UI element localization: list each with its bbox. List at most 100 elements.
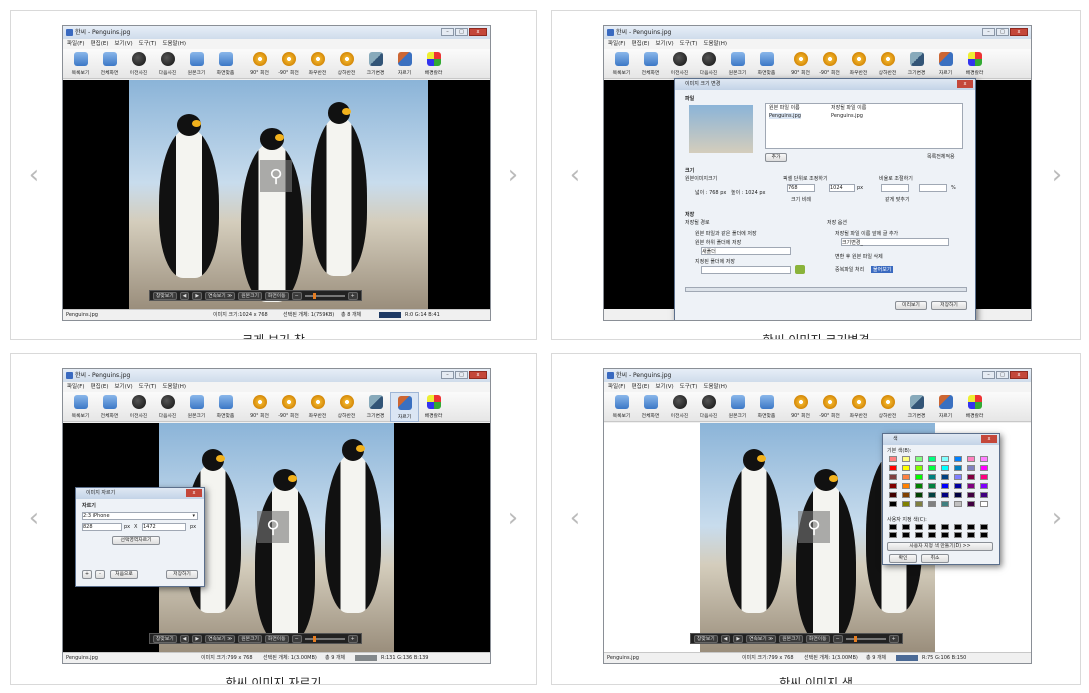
toolbar-rotate-minus-90-button[interactable]: -90° 회전: [815, 49, 844, 79]
fit-view-button[interactable]: 창맞보기: [153, 291, 177, 300]
custom-color-swatch[interactable]: [980, 524, 988, 530]
add-name-checkbox[interactable]: 저장될 파일 이름 앞에 글 추가: [835, 230, 898, 237]
sub-folder-radio[interactable]: 원본 하위 폴더에 저장: [695, 239, 741, 246]
custom-color-swatch[interactable]: [954, 524, 962, 530]
maximize-button[interactable]: □: [996, 28, 1009, 36]
zoom-in-button[interactable]: +: [347, 291, 358, 300]
color-swatch[interactable]: [889, 483, 897, 489]
custom-color-swatch[interactable]: [928, 524, 936, 530]
crop-save-button[interactable]: 저장하기: [166, 570, 198, 579]
color-swatch[interactable]: [967, 474, 975, 480]
custom-color-swatch[interactable]: [967, 524, 975, 530]
color-swatch[interactable]: [902, 483, 910, 489]
slider-handle[interactable]: [853, 635, 857, 642]
minimize-button[interactable]: –: [441, 28, 454, 36]
color-swatch[interactable]: [954, 456, 962, 462]
image-canvas[interactable]: ⚲ 창맞보기 ◀ ▶ 연속보기 ≫ 원본크기 화면이동 − + 이미지 자르기 x 자르기 2:…: [63, 423, 490, 652]
toolbar-flip-vertical-button[interactable]: 상하반전: [873, 392, 902, 422]
zoom-slider[interactable]: [304, 635, 345, 642]
color-swatch[interactable]: [902, 501, 910, 507]
zoom-slider[interactable]: [845, 635, 886, 642]
minimize-button[interactable]: –: [982, 28, 995, 36]
zoom-magnifier-icon[interactable]: ⚲: [260, 160, 292, 192]
close-button[interactable]: x: [469, 371, 487, 379]
toolbar-original-size-button[interactable]: 원본크기: [182, 392, 211, 422]
preview-button[interactable]: 미리보기: [895, 301, 927, 310]
toolbar-rotate-minus-90-button[interactable]: -90° 회전: [274, 392, 303, 422]
slideshow-button[interactable]: 연속보기 ≫: [746, 634, 777, 643]
crop-selection-button[interactable]: 선택영역자르기: [112, 536, 160, 545]
custom-folder-input[interactable]: [701, 266, 791, 274]
menu-view[interactable]: 보기(V): [114, 382, 132, 392]
color-swatch[interactable]: [954, 474, 962, 480]
toolbar-crop-button[interactable]: 자르기: [390, 49, 419, 79]
toolbar-rotate-minus-90-button[interactable]: -90° 회전: [274, 49, 303, 79]
color-swatch[interactable]: [928, 501, 936, 507]
color-swatch[interactable]: [941, 456, 949, 462]
apply-all-checkbox[interactable]: 목록전체적용: [927, 153, 955, 160]
delete-original-checkbox[interactable]: 변환 후 원본 파일 삭제: [835, 253, 883, 260]
menu-file[interactable]: 파일(F): [67, 39, 85, 49]
toolbar-fit-screen-button[interactable]: 화면맞춤: [752, 392, 781, 422]
color-swatch[interactable]: [941, 492, 949, 498]
color-swatch[interactable]: [967, 465, 975, 471]
custom-color-swatch[interactable]: [902, 524, 910, 530]
custom-color-swatch[interactable]: [980, 532, 988, 538]
menu-view[interactable]: 보기(V): [655, 382, 673, 392]
toolbar-flip-horizontal-button[interactable]: 좌우반전: [844, 392, 873, 422]
menu-tools[interactable]: 도구(T): [680, 382, 698, 392]
color-swatch[interactable]: [967, 456, 975, 462]
prev-button[interactable]: ◀: [179, 291, 190, 300]
dialog-close-button[interactable]: x: [957, 80, 973, 88]
custom-color-swatch[interactable]: [889, 532, 897, 538]
custom-color-swatch[interactable]: [928, 532, 936, 538]
crop-height-input[interactable]: 1472: [142, 523, 186, 531]
color-swatch[interactable]: [980, 465, 988, 471]
menu-help[interactable]: 도움말(H): [162, 39, 186, 49]
save-button[interactable]: 저장하기: [931, 301, 967, 310]
ratio-option-radio[interactable]: 비율로 조절하기: [879, 175, 913, 182]
color-swatch[interactable]: [902, 456, 910, 462]
menu-edit[interactable]: 편집(E): [632, 382, 650, 392]
define-custom-colors-button[interactable]: 사용자 지정 색 만들기(D) >>: [887, 542, 993, 551]
original-size-button[interactable]: 원본크기: [238, 291, 262, 300]
menu-help[interactable]: 도움말(H): [703, 39, 727, 49]
maximize-button[interactable]: □: [455, 28, 468, 36]
custom-folder-radio[interactable]: 지정된 폴더에 저장: [695, 258, 735, 265]
prev-arrow-icon[interactable]: ‹: [25, 502, 43, 534]
minimize-button[interactable]: –: [441, 371, 454, 379]
toolbar-fullscreen-button[interactable]: 전체화면: [95, 392, 124, 422]
color-swatch[interactable]: [915, 474, 923, 480]
next-button[interactable]: ▶: [192, 634, 203, 643]
zoom-out-button[interactable]: −: [291, 291, 302, 300]
toolbar-resize-button[interactable]: 크기변경: [902, 49, 931, 79]
color-swatch[interactable]: [928, 492, 936, 498]
toolbar-background-color-button[interactable]: 배경칼라: [419, 49, 448, 79]
toolbar-flip-vertical-button[interactable]: 상하반전: [873, 49, 902, 79]
toolbar-rotate-90-button[interactable]: 90° 회전: [786, 49, 815, 79]
toolbar-prev-photo-button[interactable]: 이전사진: [665, 49, 694, 79]
menu-tools[interactable]: 도구(T): [680, 39, 698, 49]
custom-color-swatch[interactable]: [954, 532, 962, 538]
maximize-button[interactable]: □: [455, 371, 468, 379]
folder-browse-icon[interactable]: [795, 265, 805, 274]
menu-file[interactable]: 파일(F): [608, 382, 626, 392]
slider-handle[interactable]: [312, 292, 316, 299]
maximize-button[interactable]: □: [996, 371, 1009, 379]
color-swatch[interactable]: [980, 474, 988, 480]
color-swatch[interactable]: [915, 501, 923, 507]
toolbar-list-view-button[interactable]: 목록보기: [607, 392, 636, 422]
close-button[interactable]: x: [1010, 371, 1028, 379]
prev-arrow-icon[interactable]: ‹: [566, 502, 584, 534]
toolbar-background-color-button[interactable]: 배경칼라: [960, 392, 989, 422]
prev-button[interactable]: ◀: [179, 634, 190, 643]
slideshow-button[interactable]: 연속보기 ≫: [205, 634, 236, 643]
sub-folder-input[interactable]: 새폴더: [701, 247, 791, 255]
custom-color-swatch[interactable]: [941, 524, 949, 530]
toolbar-fullscreen-button[interactable]: 전체화면: [95, 49, 124, 79]
zoom-magnifier-icon[interactable]: ⚲: [798, 511, 830, 543]
toolbar-fit-screen-button[interactable]: 화면맞춤: [211, 49, 240, 79]
prev-button[interactable]: ◀: [720, 634, 731, 643]
toolbar-rotate-90-button[interactable]: 90° 회전: [245, 392, 274, 422]
color-swatch[interactable]: [928, 465, 936, 471]
